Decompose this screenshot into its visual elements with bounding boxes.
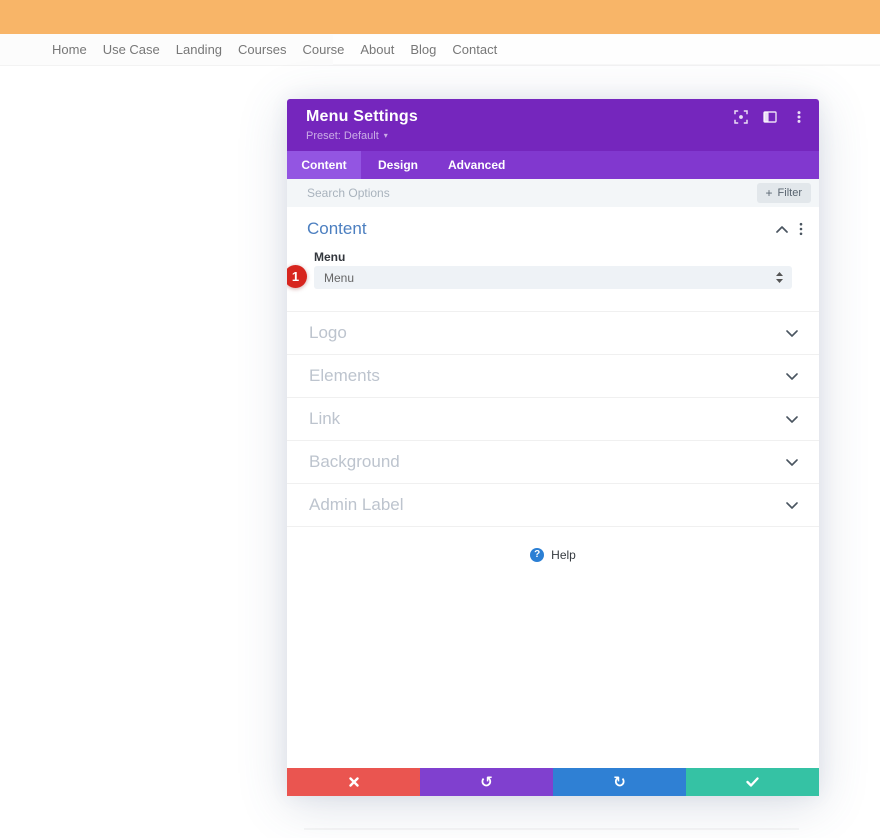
modal-action-bar: ↺ ↻ [287, 768, 819, 796]
menu-select-value: Menu [324, 270, 355, 285]
screen: Home Use Case Landing Courses Course Abo… [0, 0, 880, 838]
section-label: Admin Label [309, 495, 404, 514]
close-x-icon [348, 777, 359, 787]
preset-label: Preset: Default [306, 130, 379, 142]
nav-item-contact[interactable]: Contact [452, 42, 497, 57]
section-row-link[interactable]: Link [287, 398, 819, 441]
tab-content[interactable]: Content [287, 151, 361, 179]
menu-field-label: Menu [314, 250, 346, 264]
nav-item-about[interactable]: About [360, 42, 394, 57]
menu-settings-modal: Menu Settings Preset: Default ▾ Content … [287, 99, 819, 796]
group-options-kebab-icon[interactable] [799, 222, 803, 236]
save-button[interactable] [686, 768, 819, 796]
menu-field-group: Menu Menu 1 [287, 251, 819, 289]
collapse-chevron-up-icon[interactable] [776, 225, 788, 233]
nav-item-usecase[interactable]: Use Case [103, 42, 160, 57]
modal-header[interactable]: Menu Settings Preset: Default ▾ [287, 99, 819, 151]
dock-modal-icon[interactable] [763, 110, 777, 124]
chevron-down-icon [786, 372, 798, 380]
step-badge: 1 [287, 265, 307, 288]
content-group-header: Content [287, 207, 819, 251]
checkmark-icon [746, 777, 759, 787]
preset-caret-icon: ▾ [383, 131, 388, 140]
modal-tabs: Content Design Advanced [287, 151, 819, 179]
section-row-elements[interactable]: Elements [287, 355, 819, 398]
nav-item-blog[interactable]: Blog [410, 42, 436, 57]
filter-button[interactable]: + Filter [756, 183, 811, 203]
preset-selector[interactable]: Preset: Default ▾ [306, 130, 388, 142]
nav-item-home[interactable]: Home [52, 42, 87, 57]
menu-select[interactable]: Menu [314, 266, 792, 289]
section-label: Elements [309, 366, 380, 385]
discard-button[interactable] [287, 768, 420, 796]
chevron-down-icon [786, 501, 798, 509]
chevron-down-icon [786, 415, 798, 423]
section-label: Link [309, 409, 341, 428]
section-label: Background [309, 452, 400, 471]
help-link[interactable]: ? Help [287, 548, 819, 562]
page-section-divider [304, 828, 799, 830]
tab-advanced[interactable]: Advanced [435, 151, 518, 179]
tab-design[interactable]: Design [361, 151, 435, 179]
help-label: Help [551, 548, 576, 562]
undo-icon: ↺ [480, 772, 493, 791]
modal-header-icons [734, 110, 806, 124]
more-options-icon[interactable] [792, 110, 806, 124]
redo-button[interactable]: ↻ [553, 768, 686, 796]
search-options-input[interactable] [287, 178, 757, 208]
modal-body: Content Menu Menu 1 Logo Elements Link B… [287, 207, 819, 768]
section-row-logo[interactable]: Logo [287, 312, 819, 355]
nav-item-courses[interactable]: Courses [238, 42, 286, 57]
section-row-admin-label[interactable]: Admin Label [287, 484, 819, 527]
section-label: Logo [309, 323, 347, 342]
nav-item-course[interactable]: Course [302, 42, 344, 57]
undo-button[interactable]: ↺ [420, 768, 553, 796]
collapsed-sections: Logo Elements Link Background Admin Labe… [287, 311, 819, 527]
redo-icon: ↻ [613, 772, 626, 791]
content-group-controls [776, 222, 807, 236]
filter-button-label: Filter [777, 187, 802, 199]
help-question-icon: ? [530, 548, 545, 562]
select-updown-icon [776, 272, 783, 283]
page-top-banner [0, 0, 880, 34]
plus-icon: + [765, 186, 773, 200]
preview-toggle-icon[interactable] [734, 110, 748, 124]
chevron-down-icon [786, 329, 798, 337]
content-group-title: Content [307, 219, 367, 238]
chevron-down-icon [786, 458, 798, 466]
search-options-bar: + Filter [287, 178, 819, 208]
section-row-background[interactable]: Background [287, 441, 819, 484]
nav-item-landing[interactable]: Landing [176, 42, 222, 57]
